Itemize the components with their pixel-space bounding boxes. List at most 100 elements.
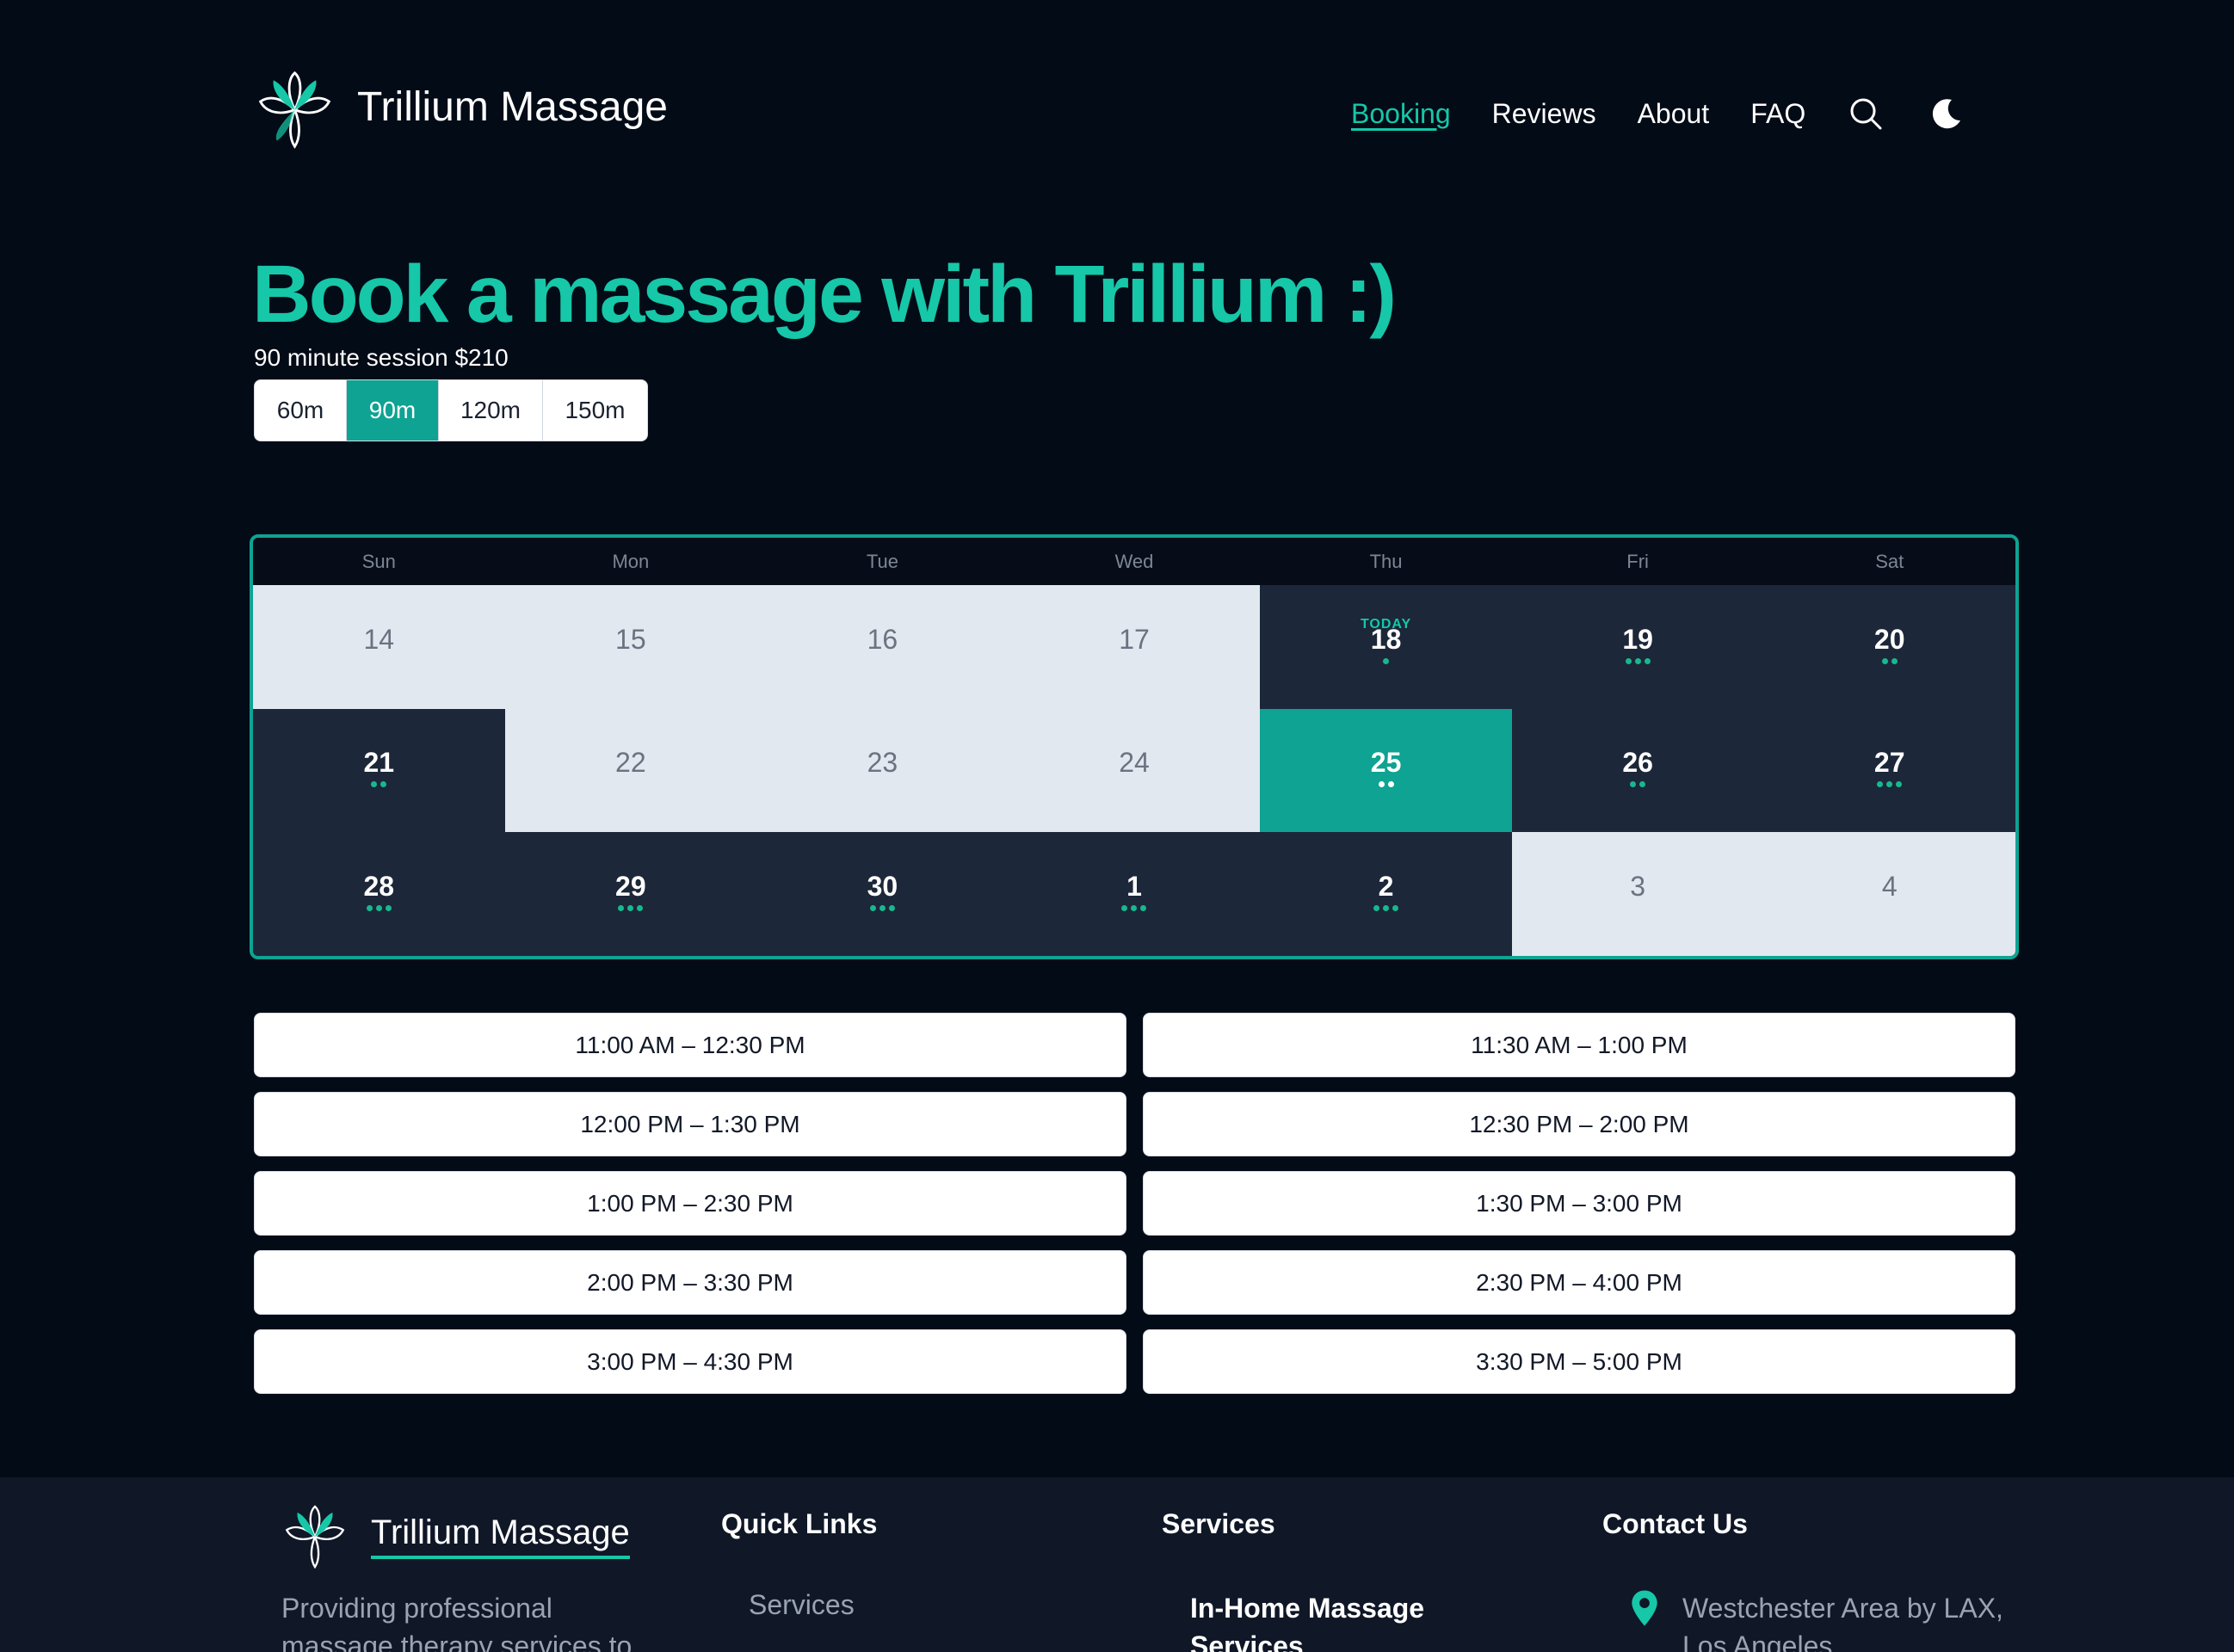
availability-dot (1639, 781, 1646, 788)
day-number: 1 (1126, 871, 1142, 903)
availability-dot (1383, 657, 1390, 664)
time-slot-button[interactable]: 12:30 PM – 2:00 PM (1143, 1092, 2015, 1156)
today-label: TODAY (1360, 617, 1412, 632)
availability-dot (1886, 781, 1893, 788)
weekday-label: Sat (1875, 550, 1904, 572)
footer-service-in-home[interactable]: In-Home Massage Services (1190, 1589, 1483, 1652)
availability-dot (1644, 657, 1651, 664)
availability-dots (1373, 905, 1399, 917)
day-number: 4 (1881, 871, 1898, 903)
nav-booking[interactable]: Booking (1351, 98, 1451, 130)
availability-dot (1896, 781, 1903, 788)
nav-reviews[interactable]: Reviews (1492, 98, 1596, 130)
day-number: 26 (1622, 747, 1653, 779)
availability-dot (1392, 905, 1399, 912)
nav-about[interactable]: About (1638, 98, 1710, 130)
calendar-day: 16 (756, 585, 1009, 709)
calendar-day[interactable]: 30 (756, 832, 1009, 956)
page-title: Book a massage with Trillium :) (252, 249, 1397, 340)
time-slot-button[interactable]: 3:00 PM – 4:30 PM (254, 1329, 1126, 1394)
day-number: 28 (363, 871, 395, 903)
availability-dots (1881, 657, 1898, 670)
nav-faq[interactable]: FAQ (1750, 98, 1805, 130)
calendar-day[interactable]: 29 (504, 832, 757, 956)
calendar-day: 24 (1008, 708, 1261, 833)
calendar-day[interactable]: 1 (1008, 832, 1261, 956)
weekday-label: Tue (866, 550, 898, 572)
availability-dots (1877, 781, 1903, 793)
availability-dot (1131, 905, 1138, 912)
day-number: 14 (363, 623, 395, 655)
moon-icon[interactable] (1928, 95, 1966, 133)
calendar-day: 3 (1511, 832, 1764, 956)
calendar-day[interactable]: 19 (1511, 585, 1764, 709)
availability-dot (371, 781, 378, 788)
day-number: 27 (1873, 747, 1905, 779)
trillium-logo-icon[interactable] (254, 69, 336, 151)
day-number: 2 (1378, 871, 1394, 903)
booking-page: Trillium Massage Booking Reviews About F… (0, 0, 2234, 1652)
availability-dot (366, 905, 373, 912)
availability-dot (618, 905, 625, 912)
day-number: 15 (615, 623, 646, 655)
time-slot-button[interactable]: 1:30 PM – 3:00 PM (1143, 1171, 2015, 1236)
time-slot-button[interactable]: 12:00 PM – 1:30 PM (254, 1092, 1126, 1156)
trillium-logo-icon (285, 1505, 345, 1569)
calendar-day: 22 (504, 708, 757, 833)
calendar-day: 14 (253, 585, 505, 709)
time-slot-button[interactable]: 2:30 PM – 4:00 PM (1143, 1250, 2015, 1315)
availability-dots (1625, 657, 1651, 670)
availability-dot (869, 905, 876, 912)
duration-150m-button[interactable]: 150m (543, 380, 647, 441)
day-number: 3 (1630, 871, 1646, 903)
calendar-day: 23 (756, 708, 1009, 833)
calendar-day[interactable]: 25 (1260, 708, 1512, 833)
duration-120m-button[interactable]: 120m (439, 380, 543, 441)
day-number: 24 (1119, 747, 1150, 779)
day-number: 29 (615, 871, 646, 903)
time-slots: 11:00 AM – 12:30 PM 11:30 AM – 1:00 PM 1… (254, 1013, 2015, 1394)
weekday-label: Mon (612, 550, 650, 572)
site-header: Trillium Massage Booking Reviews About F… (254, 65, 1978, 159)
day-number: 16 (867, 623, 898, 655)
calendar-day: 17 (1008, 585, 1261, 709)
calendar-day[interactable]: 26 (1511, 708, 1764, 833)
availability-dots (366, 905, 392, 917)
booking-calendar: Sun Mon Tue Wed Thu Fri Sat 14 15 16 17 TODA… (250, 534, 2019, 959)
availability-dot (380, 781, 387, 788)
time-slot-button[interactable]: 3:30 PM – 5:00 PM (1143, 1329, 2015, 1394)
day-number: 19 (1622, 623, 1653, 655)
day-number: 25 (1370, 747, 1402, 779)
availability-dot (385, 905, 392, 912)
duration-60m-button[interactable]: 60m (255, 380, 347, 441)
time-slot-button[interactable]: 1:00 PM – 2:30 PM (254, 1171, 1126, 1236)
calendar-day[interactable]: 20 (1763, 585, 2015, 709)
calendar-day[interactable]: 2 (1260, 832, 1512, 956)
session-price: 90 minute session $210 (254, 344, 509, 371)
availability-dot (1387, 781, 1394, 788)
availability-dots (1378, 781, 1394, 793)
calendar-day[interactable]: 21 (253, 708, 505, 833)
day-number: 21 (363, 747, 395, 779)
time-slot-button[interactable]: 11:00 AM – 12:30 PM (254, 1013, 1126, 1077)
weekday-label: Thu (1369, 550, 1403, 572)
duration-selector: 60m 90m 120m 150m (254, 379, 648, 441)
time-slot-button[interactable]: 11:30 AM – 1:00 PM (1143, 1013, 2015, 1077)
search-icon[interactable] (1847, 95, 1885, 133)
availability-dots (1383, 657, 1390, 670)
duration-90m-button[interactable]: 90m (347, 380, 439, 441)
footer-brand[interactable]: Trillium Massage (371, 1513, 630, 1559)
contact-address: Westchester Area by LAX, Los Angeles (1682, 1593, 2003, 1652)
calendar-day[interactable]: TODAY 18 (1260, 585, 1512, 709)
quick-links-title: Quick Links (721, 1508, 878, 1539)
brand-name[interactable]: Trillium Massage (357, 82, 668, 133)
site-footer: Trillium Massage Providing professional … (0, 1477, 2234, 1652)
calendar-day[interactable]: 28 (253, 832, 505, 956)
calendar-day[interactable]: 27 (1763, 708, 2015, 833)
availability-dot (1373, 905, 1380, 912)
footer-link-services[interactable]: Services (749, 1589, 855, 1621)
availability-dot (375, 905, 382, 912)
footer-description: Providing professional massage therapy s… (281, 1593, 633, 1652)
day-number: 20 (1873, 623, 1905, 655)
time-slot-button[interactable]: 2:00 PM – 3:30 PM (254, 1250, 1126, 1315)
